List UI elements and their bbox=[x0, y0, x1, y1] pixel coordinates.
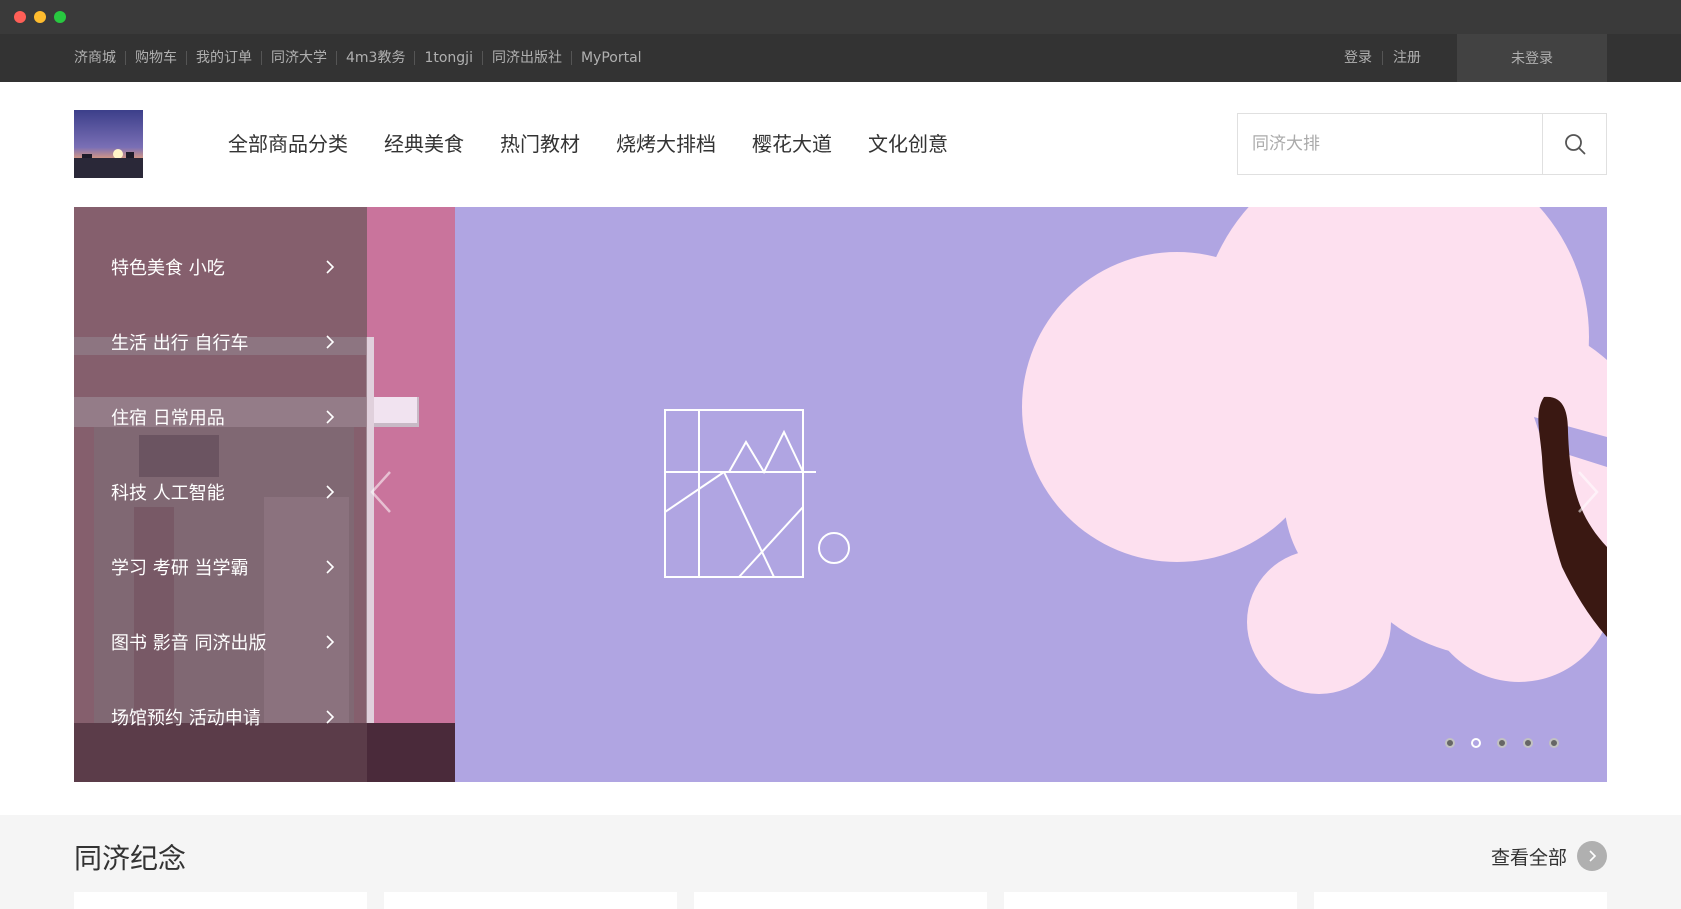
chevron-right-icon bbox=[326, 409, 335, 424]
pagination-dot-4[interactable] bbox=[1523, 738, 1533, 748]
top-links: 济商城 购物车 我的订单 同济大学 4m3教务 1tongji 同济出版社 My… bbox=[74, 34, 651, 82]
chevron-right-icon bbox=[326, 334, 335, 349]
logo-sunset-image bbox=[74, 110, 143, 178]
category-label: 图书 影音 同济出版 bbox=[111, 632, 267, 654]
category-label: 学习 考研 当学霸 bbox=[111, 557, 249, 579]
category-food[interactable]: 特色美食 小吃 bbox=[74, 229, 367, 304]
chevron-right-icon bbox=[1578, 471, 1599, 513]
pagination-dot-2[interactable] bbox=[1471, 738, 1481, 748]
top-bar: 济商城 购物车 我的订单 同济大学 4m3教务 1tongji 同济出版社 My… bbox=[0, 34, 1681, 82]
site-logo[interactable] bbox=[74, 110, 143, 178]
toplink-1tongji[interactable]: 1tongji bbox=[414, 51, 482, 65]
register-link[interactable]: 注册 bbox=[1383, 51, 1431, 65]
banner-next-button[interactable] bbox=[1567, 462, 1607, 522]
toplink-press[interactable]: 同济出版社 bbox=[481, 51, 571, 65]
nav-bbq[interactable]: 烧烤大排档 bbox=[616, 128, 716, 157]
category-housing[interactable]: 住宿 日常用品 bbox=[74, 379, 367, 454]
category-tech[interactable]: 科技 人工智能 bbox=[74, 454, 367, 529]
nav-classic-food[interactable]: 经典美食 bbox=[384, 128, 464, 157]
arrow-right-circle-icon bbox=[1577, 841, 1607, 871]
nav-all-categories[interactable]: 全部商品分类 bbox=[228, 128, 348, 157]
search-box bbox=[1237, 113, 1607, 175]
close-window-button[interactable] bbox=[14, 11, 26, 23]
maximize-window-button[interactable] bbox=[54, 11, 66, 23]
nav-textbooks[interactable]: 热门教材 bbox=[500, 128, 580, 157]
toplink-shop[interactable]: 济商城 bbox=[74, 51, 125, 65]
toplink-cart[interactable]: 购物车 bbox=[125, 51, 186, 65]
product-card[interactable] bbox=[1314, 892, 1607, 909]
tongji-souvenir-section: 同济纪念 查看全部 bbox=[0, 815, 1681, 909]
category-label: 科技 人工智能 bbox=[111, 482, 225, 504]
pagination-dot-3[interactable] bbox=[1497, 738, 1507, 748]
category-life[interactable]: 生活 出行 自行车 bbox=[74, 304, 367, 379]
hero-banner: 特色美食 小吃 生活 出行 自行车 住宿 日常用品 科技 人工智能 学习 考研 … bbox=[74, 207, 1607, 782]
category-label: 特色美食 小吃 bbox=[111, 257, 225, 279]
category-label: 生活 出行 自行车 bbox=[111, 332, 249, 354]
main-nav: 全部商品分类 经典美食 热门教材 烧烤大排档 樱花大道 文化创意 bbox=[228, 128, 984, 157]
banner-pagination bbox=[1445, 738, 1575, 748]
account-links: 登录 注册 未登录 bbox=[1334, 34, 1681, 82]
banner-prev-button[interactable] bbox=[364, 462, 404, 522]
pagination-dot-5[interactable] bbox=[1549, 738, 1559, 748]
chevron-right-icon bbox=[326, 709, 335, 724]
nav-sakura-avenue[interactable]: 樱花大道 bbox=[752, 128, 832, 157]
search-input[interactable] bbox=[1238, 114, 1543, 174]
product-card[interactable] bbox=[74, 892, 367, 909]
category-label: 住宿 日常用品 bbox=[111, 407, 225, 429]
toplink-myportal[interactable]: MyPortal bbox=[570, 51, 651, 65]
login-link[interactable]: 登录 bbox=[1334, 51, 1382, 65]
category-menu: 特色美食 小吃 生活 出行 自行车 住宿 日常用品 科技 人工智能 学习 考研 … bbox=[74, 207, 367, 782]
search-button[interactable] bbox=[1542, 114, 1606, 174]
minimize-window-button[interactable] bbox=[34, 11, 46, 23]
search-icon bbox=[1564, 134, 1585, 155]
category-study[interactable]: 学习 考研 当学霸 bbox=[74, 529, 367, 604]
nav-cultural-creative[interactable]: 文化创意 bbox=[868, 128, 948, 157]
product-card[interactable] bbox=[384, 892, 677, 909]
chevron-right-icon bbox=[326, 634, 335, 649]
user-status-box[interactable]: 未登录 bbox=[1457, 34, 1607, 82]
category-venues[interactable]: 场馆预约 活动申请 bbox=[74, 679, 367, 754]
chevron-right-icon bbox=[326, 259, 335, 274]
category-books[interactable]: 图书 影音 同济出版 bbox=[74, 604, 367, 679]
toplink-orders[interactable]: 我的订单 bbox=[186, 51, 261, 65]
window-titlebar bbox=[0, 0, 1681, 34]
section-title: 同济纪念 bbox=[74, 842, 187, 875]
product-card-row bbox=[74, 892, 1624, 909]
view-all-link[interactable]: 查看全部 bbox=[1491, 841, 1607, 871]
pagination-dot-1[interactable] bbox=[1445, 738, 1455, 748]
product-card[interactable] bbox=[694, 892, 987, 909]
category-label: 场馆预约 活动申请 bbox=[111, 707, 261, 729]
product-card[interactable] bbox=[1004, 892, 1297, 909]
view-all-label: 查看全部 bbox=[1490, 846, 1567, 869]
toplink-4m3[interactable]: 4m3教务 bbox=[336, 51, 414, 65]
chevron-right-icon bbox=[326, 484, 335, 499]
chevron-left-icon bbox=[370, 471, 391, 513]
toplink-tongji[interactable]: 同济大学 bbox=[261, 51, 336, 65]
chevron-right-icon bbox=[326, 559, 335, 574]
